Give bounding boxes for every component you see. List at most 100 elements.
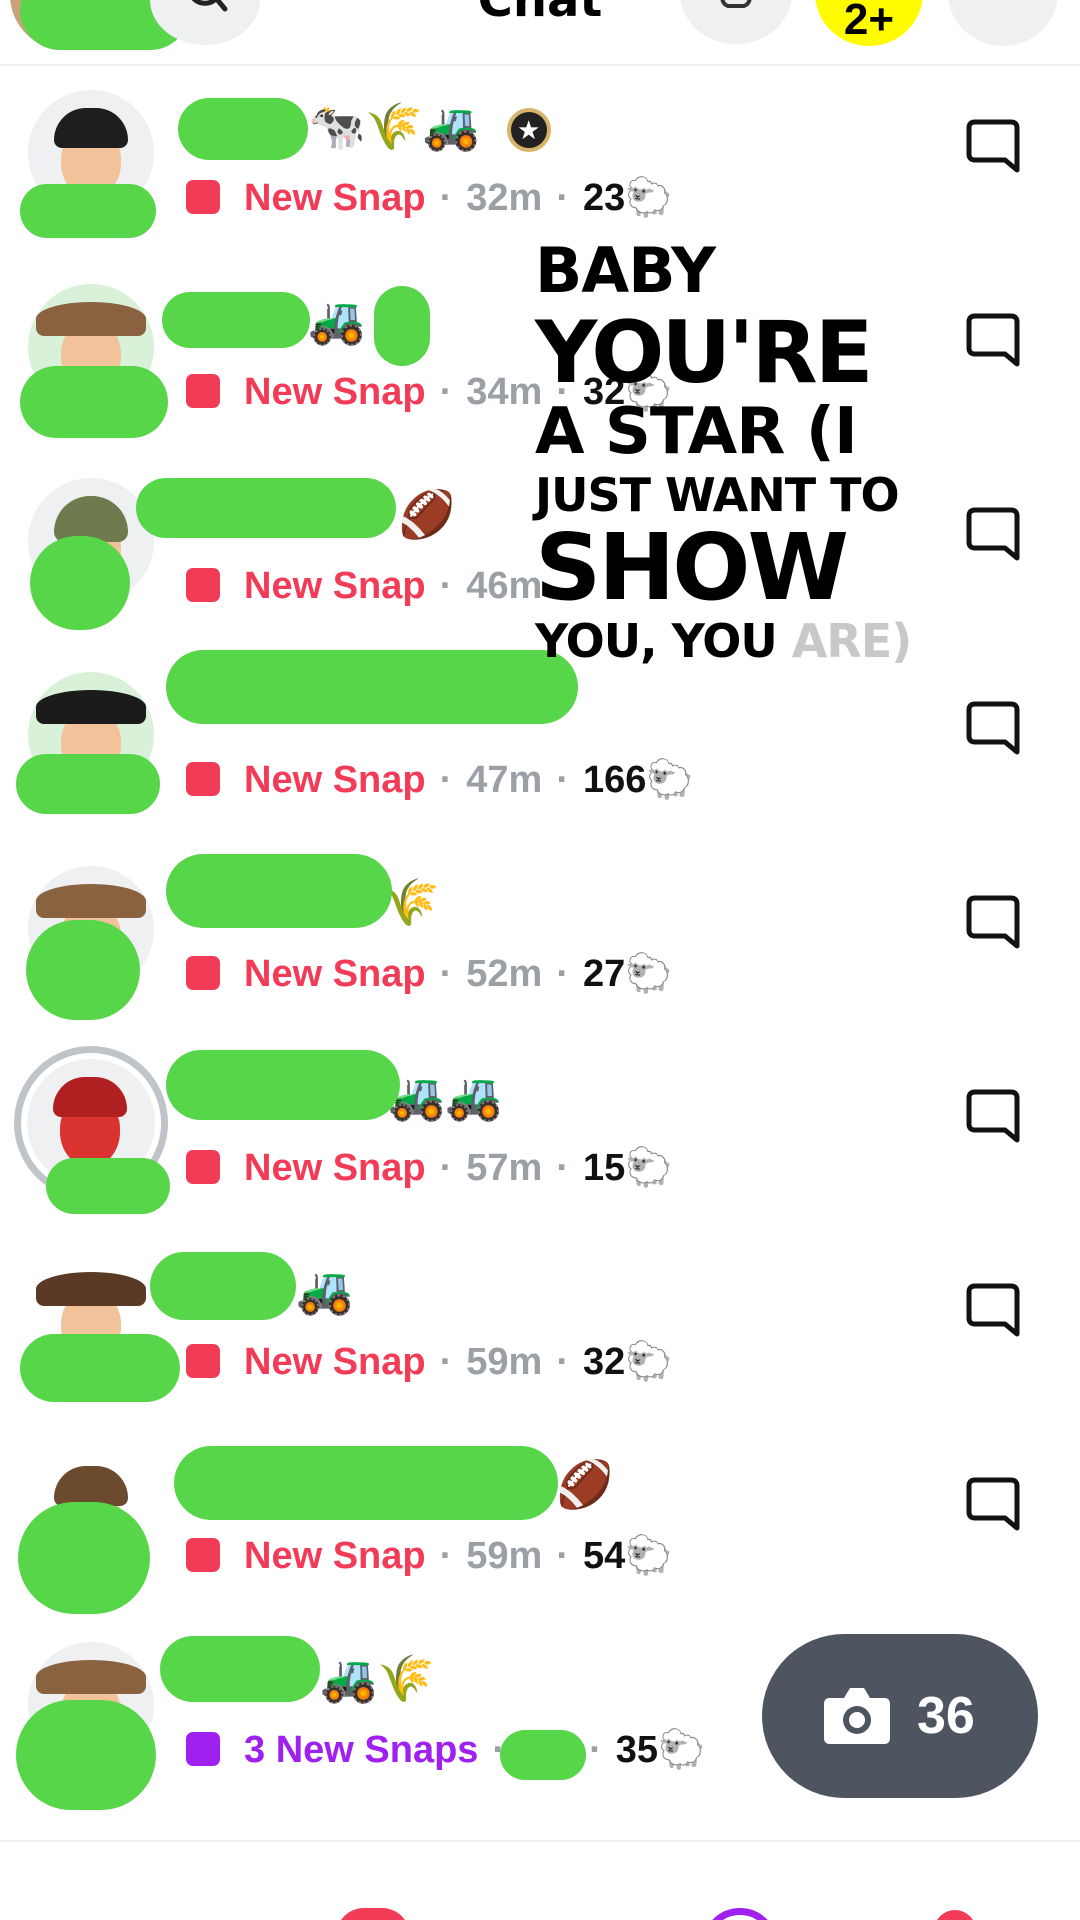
chat-bubble-icon[interactable] [965,1088,1021,1148]
bitmoji-hat [36,1272,146,1306]
notification-dot-icon [934,1910,976,1920]
bitmoji-hair [54,1466,128,1506]
redaction-scribble [162,292,310,348]
chat-status: New Snap · 47m · 166🐑 [186,754,694,806]
chat-status: New Snap · 52m · 27🐑 [186,948,673,1000]
streak-count: 32 [582,1341,626,1383]
new-snap-icon [186,956,220,990]
chat-time: 32m [466,177,543,219]
redaction-scribble [174,1446,558,1520]
chat-row[interactable]: 🚜🚜 New Snap · 57m · 15🐑 [0,1038,1080,1232]
more-button[interactable] [948,0,1058,46]
spotlight-tab-icon[interactable] [702,1908,778,1920]
snap-status-label: New Snap [244,1535,426,1577]
streak-emoji: 🐑 [625,1341,673,1383]
chat-row[interactable]: 🚜 New Snap · 59m · 32🐑 [0,1232,1080,1426]
chat-tab-icon[interactable] [336,1908,410,1920]
bitmoji-hat [36,884,146,918]
redaction-scribble [500,1730,586,1780]
chat-time: 47m [466,759,543,801]
caption-line: BABY [535,234,716,307]
bottom-navigation [0,1840,1080,1920]
chat-row[interactable]: 🏈 New Snap · 59m · 54🐑 [0,1426,1080,1620]
new-snap-icon [186,180,220,214]
caption-faded-word: ARE) [791,614,912,668]
chat-bubble-icon[interactable] [965,312,1021,372]
name-emoji: 🏈 [556,1458,614,1510]
bitmoji-hat [36,690,146,724]
redaction-scribble [374,286,430,366]
new-snap-icon [186,374,220,408]
caption-line: SHOW [535,514,849,621]
add-friends-button[interactable]: 2+ [815,0,923,46]
chat-bubble-icon[interactable] [965,1476,1021,1536]
snap-status-label: New Snap [244,1341,426,1383]
redaction-scribble [30,536,130,630]
star-badge-icon: ★ [506,107,551,152]
redaction-scribble [18,1502,150,1614]
caption-overlay: BABY YOU'RE A STAR (I JUST WANT TO SHOW … [535,234,935,665]
redaction-scribble [26,920,140,1020]
name-emoji: 🚜🚜 [388,1070,503,1122]
snap-status-label: New Snap [244,1147,426,1189]
add-friends-label: 2+ [843,0,895,44]
bitmoji-hat [36,1660,146,1694]
unread-count: 36 [917,1687,975,1745]
streak-emoji: 🐑 [625,1147,673,1189]
snap-status-label: New Snap [244,371,426,413]
chat-row[interactable]: New Snap · 47m · 166🐑 [0,650,1080,844]
streak-emoji: 🐑 [646,759,694,801]
chat-bubble-icon[interactable] [965,118,1021,178]
chat-row[interactable]: 🐄🌾🚜 ★ New Snap · 32m · 23🐑 [0,68,1080,262]
chat-status: 3 New Snaps · · 35🐑 [186,1724,705,1776]
caption-line: A STAR (I [535,395,858,469]
new-snap-icon [186,568,220,602]
camera-button[interactable]: 36 [762,1634,1038,1798]
bitmoji-hat [36,302,146,336]
bell-icon [720,0,752,8]
chat-bubble-icon[interactable] [965,1282,1021,1342]
streak-emoji: 🐑 [625,1535,673,1577]
chat-row[interactable]: 🌾 New Snap · 52m · 27🐑 [0,844,1080,1038]
snap-status-label: New Snap [244,565,426,607]
redaction-scribble [160,1636,320,1702]
chat-status: New Snap · 32m · 23🐑 [186,172,673,224]
chat-bubble-icon[interactable] [965,700,1021,760]
streak-count: 27 [582,953,626,995]
redaction-scribble [178,98,308,160]
redaction-scribble [166,1050,400,1120]
new-snap-icon [186,762,220,796]
chat-status: New Snap · 57m · 15🐑 [186,1142,673,1194]
snap-status-label: New Snap [244,953,426,995]
snap-status-label: New Snap [244,759,426,801]
redaction-scribble [16,1700,156,1810]
new-snap-icon [186,1344,220,1378]
chat-time: 46m [466,565,543,607]
caption-line: YOU'RE [535,303,873,403]
redaction-scribble [150,1252,296,1320]
redaction-scribble [136,478,396,538]
streak-emoji: 🐑 [625,953,673,995]
streak-count: 35 [615,1729,659,1771]
notifications-button[interactable] [680,0,792,44]
redaction-scribble [16,754,160,814]
redaction-scribble [20,184,156,238]
chat-time: 59m [466,1341,543,1383]
new-snap-icon [186,1150,220,1184]
redaction-scribble [20,366,168,438]
bitmoji-hair [53,1077,127,1117]
chat-bubble-icon[interactable] [965,894,1021,954]
caption-line: JUST WANT TO [535,468,900,522]
redaction-scribble [46,1158,170,1214]
redaction-scribble [166,854,392,928]
snap-status-label: New Snap [244,177,426,219]
redaction-scribble [166,650,578,724]
name-emoji: 🚜🌾 [320,1652,435,1704]
chat-time: 34m [466,371,543,413]
chat-time: 52m [466,953,543,995]
chat-bubble-icon[interactable] [965,506,1021,566]
streak-count: 166 [582,759,647,801]
snap-status-label: 3 New Snaps [244,1729,479,1771]
streak-count: 15 [582,1147,626,1189]
streak-emoji: 🐑 [658,1729,706,1771]
